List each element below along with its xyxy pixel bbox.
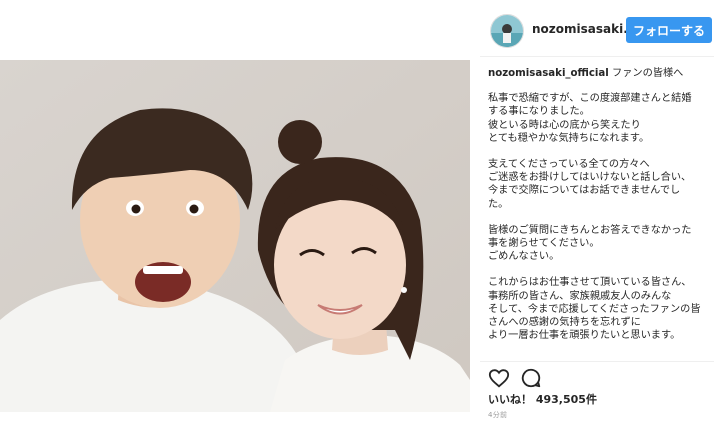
caption-title: ファンの皆様へ	[612, 68, 684, 79]
likes-count[interactable]: いいね！ 493,505件	[488, 391, 597, 407]
heart-icon[interactable]	[488, 367, 510, 389]
post-caption: nozomisasaki_official ファンの皆様へ 私事で恐縮ですが、こ…	[488, 67, 710, 355]
caption-paragraph: 皆様のご質問にきちんとお答えできなかった 事を謝らせてください。 ごめんなさい。	[488, 224, 692, 263]
caption-paragraph: 私事で恐縮ですが、この度渡部建さんと結婚 する事になりました。 彼といる時は心の…	[488, 93, 692, 144]
caption-paragraph: 支えてくださっている全ての方々へ ご迷惑をお掛けしてはいけないと話し合い、 今ま…	[488, 159, 692, 210]
likes-label: いいね！	[488, 393, 532, 406]
header-divider	[480, 56, 714, 57]
post-photo[interactable]	[0, 60, 470, 412]
follow-button[interactable]: フォローする	[626, 17, 712, 43]
caption-heading: nozomisasaki_official ファンの皆様へ	[488, 67, 710, 80]
couple-photo-illustration	[0, 60, 470, 412]
actions-divider	[480, 361, 714, 362]
caption-author[interactable]: nozomisasaki_official	[488, 68, 609, 79]
profile-avatar-icon[interactable]	[490, 14, 524, 48]
caption-paragraph: これからはお仕事させて頂いている皆さん、 事務所の皆さん、家族親戚友人のみんな …	[488, 277, 701, 342]
post-time: 4分前	[488, 411, 508, 419]
header-username[interactable]: nozomisasaki...	[532, 22, 637, 36]
likes-number: 493,505件	[535, 393, 597, 406]
comment-icon[interactable]	[520, 367, 542, 389]
post-header: nozomisasaki... フォローする	[480, 10, 714, 50]
